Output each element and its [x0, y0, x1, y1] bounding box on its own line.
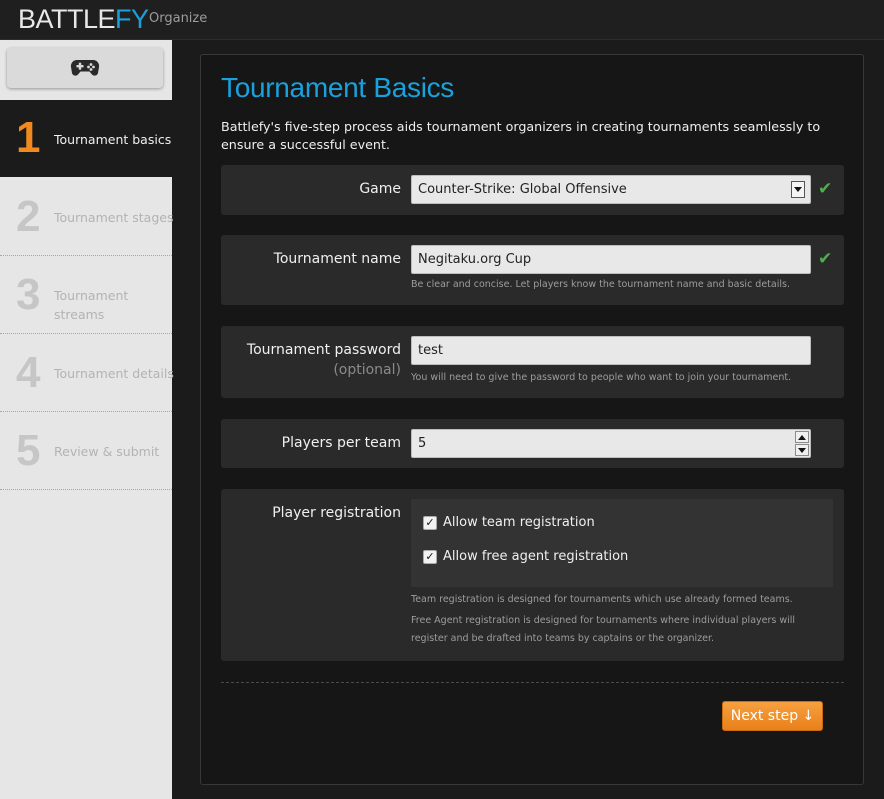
tournament-name-input[interactable]: [411, 245, 811, 274]
team-registration-hint: Team registration is designed for tourna…: [411, 594, 793, 605]
team-registration-checkbox[interactable]: ✓: [423, 515, 437, 530]
nav-organize-link[interactable]: Organize: [149, 11, 207, 26]
step-label-line2: streams: [54, 307, 105, 322]
player-registration-label: Player registration: [272, 505, 401, 521]
stepper-down-icon[interactable]: [795, 444, 809, 456]
allow-free-agent-registration-option[interactable]: ✓ Allow free agent registration: [423, 549, 628, 564]
step-tournament-basics[interactable]: 1 Tournament basics: [0, 100, 172, 177]
quantity-stepper[interactable]: [795, 431, 809, 456]
team-registration-label: Allow team registration: [443, 515, 595, 530]
step-number: 1: [16, 113, 41, 162]
game-row: Game Counter-Strike: Global Offensive ✔: [221, 165, 844, 215]
step-label: Tournament details: [54, 366, 174, 381]
password-hint: You will need to give the password to pe…: [411, 372, 792, 383]
step-review-submit[interactable]: 5 Review & submit: [0, 412, 172, 490]
game-label: Game: [359, 181, 401, 197]
free-agent-registration-hint: Free Agent registration is designed for …: [411, 615, 796, 644]
free-agent-registration-checkbox[interactable]: ✓: [423, 549, 437, 564]
password-input[interactable]: [411, 336, 811, 365]
password-label: Tournament password: [246, 342, 401, 358]
step-label-line1: Tournament: [54, 288, 129, 303]
free-agent-registration-label: Allow free agent registration: [443, 549, 629, 564]
players-per-team-input[interactable]: 5: [411, 429, 811, 458]
step-number: 2: [16, 192, 41, 241]
stepper-up-icon[interactable]: [795, 431, 809, 443]
step-label: Tournament stages: [54, 210, 174, 225]
step-label: Tournament basics: [54, 132, 172, 147]
gamepad-icon: [70, 59, 100, 76]
step-label: Review & submit: [54, 444, 160, 459]
battlefy-logo[interactable]: BATTLEFY: [18, 4, 149, 34]
steps-sidebar: 1 Tournament basics 2 Tournament stages …: [0, 40, 174, 799]
registration-options-box: ✓ Allow team registration ✓ Allow free a…: [411, 499, 833, 587]
valid-check-icon: ✔: [818, 179, 833, 199]
step-tournament-details[interactable]: 4 Tournament details: [0, 334, 174, 412]
intro-text: Battlefy's five-step process aids tourna…: [221, 119, 821, 152]
players-per-team-row: Players per team 5: [221, 419, 844, 468]
divider: [221, 682, 844, 683]
tournament-name-label: Tournament name: [273, 251, 401, 267]
player-registration-row: Player registration ✓ Allow team registr…: [221, 489, 844, 661]
next-step-button[interactable]: Next step ↓: [722, 701, 823, 731]
chevron-down-icon[interactable]: [791, 181, 805, 198]
password-row: Tournament password (optional) You will …: [221, 326, 844, 398]
step-number: 3: [16, 270, 41, 319]
game-select-value: Counter-Strike: Global Offensive: [418, 182, 627, 197]
top-bar: BATTLEFY Organize: [0, 0, 884, 40]
password-optional-label: (optional): [333, 362, 401, 378]
step-number: 5: [16, 426, 41, 475]
game-select[interactable]: Counter-Strike: Global Offensive: [411, 175, 811, 204]
tournament-name-hint: Be clear and concise. Let players know t…: [411, 279, 790, 290]
step-tournament-streams[interactable]: 3 Tournament streams: [0, 256, 172, 334]
players-per-team-label: Players per team: [281, 435, 401, 451]
valid-check-icon: ✔: [818, 249, 833, 269]
tournament-name-row: Tournament name ✔ Be clear and concise. …: [221, 235, 844, 305]
game-selector-button[interactable]: [7, 48, 163, 88]
page-title: Tournament Basics: [221, 72, 455, 103]
step-number: 4: [16, 348, 41, 397]
step-tournament-stages[interactable]: 2 Tournament stages: [0, 178, 174, 256]
players-per-team-value: 5: [418, 436, 427, 451]
allow-team-registration-option[interactable]: ✓ Allow team registration: [423, 515, 595, 530]
